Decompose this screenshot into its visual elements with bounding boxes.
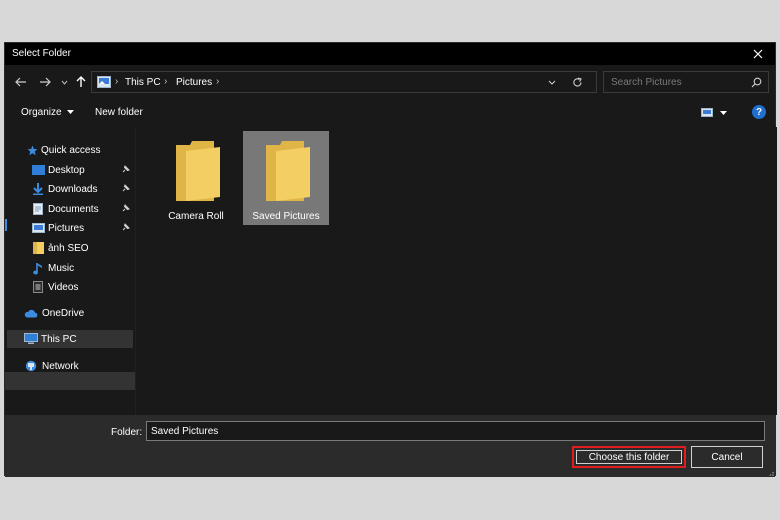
pin-icon[interactable]: [121, 184, 130, 193]
sidebar-item-label: Quick access: [41, 144, 101, 156]
forward-arrow-icon: [40, 77, 51, 87]
help-icon: ?: [755, 106, 763, 118]
choose-button-face: Choose this folder: [576, 450, 682, 464]
chevron-down-icon: [67, 110, 75, 115]
sidebar-item-label: Desktop: [48, 164, 85, 176]
music-note-icon: [31, 261, 45, 275]
desktop-icon: [31, 163, 45, 177]
view-options-button[interactable]: [701, 107, 731, 119]
chevron-down-icon: [61, 80, 67, 85]
back-arrow-icon: [15, 77, 26, 87]
document-icon: [31, 202, 45, 216]
sidebar-item-anh-seo[interactable]: ảnh SEO: [5, 239, 135, 257]
navigation-pane: Quick access Desktop Downloads Documents: [5, 127, 135, 415]
up-button[interactable]: [74, 73, 88, 91]
cancel-button[interactable]: Cancel: [691, 446, 763, 468]
window-title: Select Folder: [12, 48, 71, 59]
pin-icon[interactable]: [121, 223, 130, 232]
sidebar-item-label: Videos: [48, 281, 79, 293]
view-icon: [701, 108, 713, 117]
pin-icon[interactable]: [121, 165, 130, 174]
resize-grip-icon[interactable]: [767, 469, 774, 476]
close-icon: [753, 49, 763, 59]
address-row: › This PC › Pictures › Search Pictures: [5, 65, 775, 99]
select-folder-dialog: Select Folder › This PC › Pictures › Sea…: [4, 42, 777, 477]
video-icon: [31, 280, 45, 294]
sidebar-item-downloads[interactable]: Downloads: [5, 180, 135, 198]
chevron-down-icon: [720, 111, 727, 115]
folder-content-pane: Camera Roll Saved Pictures: [135, 127, 777, 415]
sidebar-item-onedrive[interactable]: OneDrive: [5, 304, 135, 322]
choose-this-folder-button[interactable]: Choose this folder: [572, 446, 686, 468]
close-button[interactable]: [741, 43, 775, 65]
pictures-icon: [97, 76, 111, 88]
recent-locations-button[interactable]: [59, 73, 69, 91]
pin-icon[interactable]: [121, 204, 130, 213]
title-bar: Select Folder: [5, 43, 775, 65]
breadcrumb-this-pc[interactable]: This PC: [125, 77, 161, 88]
computer-icon: [24, 332, 38, 346]
folder-item-camera-roll[interactable]: Camera Roll: [153, 131, 239, 225]
folder-name-input[interactable]: [146, 421, 765, 441]
choose-button-label: Choose this folder: [588, 451, 670, 463]
sidebar-item-this-pc[interactable]: This PC: [7, 330, 133, 348]
up-arrow-icon: [76, 76, 86, 87]
pictures-icon: [31, 221, 45, 235]
sidebar-item-network[interactable]: Network: [5, 357, 135, 375]
help-button[interactable]: ?: [752, 105, 766, 119]
folder-icon: [266, 141, 310, 201]
address-bar[interactable]: › This PC › Pictures ›: [91, 71, 597, 93]
sidebar-item-quick-access[interactable]: Quick access: [5, 141, 135, 159]
breadcrumb-separator: ›: [164, 76, 168, 87]
star-icon: [25, 143, 39, 157]
back-button[interactable]: [13, 73, 29, 91]
search-input[interactable]: Search Pictures: [611, 77, 682, 88]
sidebar-item-label: Documents: [48, 203, 99, 215]
sidebar-item-pictures[interactable]: Pictures: [5, 219, 135, 237]
breadcrumb-separator: ›: [216, 76, 220, 87]
sidebar-item-videos[interactable]: Videos: [5, 278, 135, 296]
sidebar-item-label: Pictures: [48, 222, 85, 234]
folder-item-saved-pictures[interactable]: Saved Pictures: [243, 131, 329, 225]
new-folder-button[interactable]: New folder: [95, 107, 143, 118]
sidebar-item-label: Downloads: [48, 183, 98, 195]
cloud-icon: [24, 306, 38, 320]
sidebar-item-label: Music: [48, 262, 75, 274]
network-icon: [24, 359, 38, 373]
organize-button[interactable]: Organize: [21, 107, 75, 118]
address-dropdown-icon[interactable]: [548, 80, 556, 85]
sidebar-item-label: ảnh SEO: [48, 242, 89, 254]
folder-name: Saved Pictures: [252, 211, 320, 222]
breadcrumb-separator: ›: [115, 76, 119, 87]
dialog-footer: Folder: Choose this folder Cancel: [5, 415, 775, 477]
organize-label: Organize: [21, 107, 62, 118]
folder-icon: [31, 241, 45, 255]
folder-name: Camera Roll: [168, 211, 224, 222]
search-box[interactable]: Search Pictures: [603, 71, 769, 93]
download-arrow-icon: [31, 182, 45, 196]
sidebar-item-label: Network: [42, 360, 79, 372]
toolbar: Organize New folder ?: [5, 99, 775, 127]
forward-button[interactable]: [37, 73, 53, 91]
search-icon: [751, 77, 762, 88]
folder-field-label: Folder:: [111, 427, 143, 438]
cancel-button-label: Cancel: [711, 451, 743, 463]
refresh-icon[interactable]: [572, 77, 583, 88]
sidebar-item-label: OneDrive: [42, 307, 85, 319]
sidebar-item-desktop[interactable]: Desktop: [5, 161, 135, 179]
breadcrumb-pictures[interactable]: Pictures: [176, 77, 212, 88]
sidebar-item-documents[interactable]: Documents: [5, 200, 135, 218]
sidebar-item-label: This PC: [41, 333, 77, 345]
sidebar-item-music[interactable]: Music: [5, 259, 135, 277]
folder-icon: [176, 141, 220, 201]
